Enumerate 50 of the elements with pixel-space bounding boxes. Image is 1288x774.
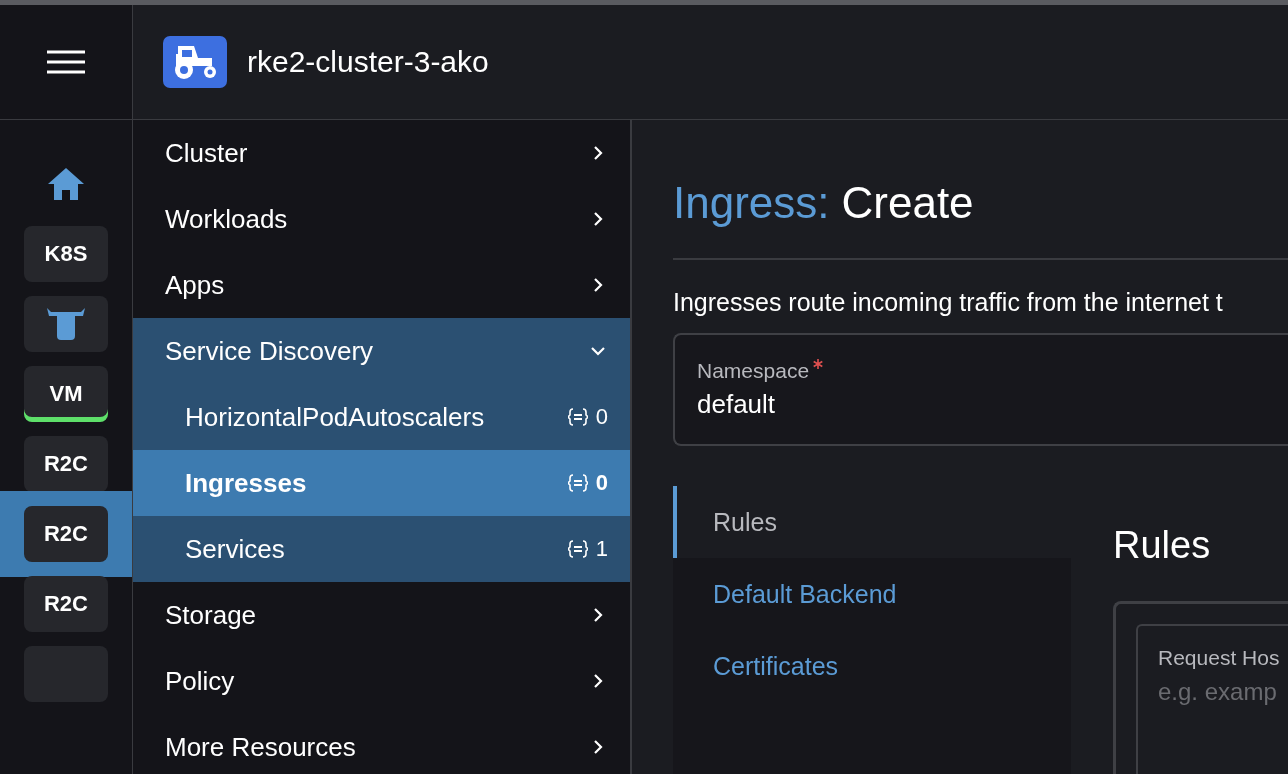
field-placeholder: e.g. examp <box>1158 678 1278 706</box>
nav-group-item[interactable]: Cluster <box>133 120 630 186</box>
tractor-logo-icon <box>163 36 227 88</box>
nav-group-item[interactable]: Apps <box>133 252 630 318</box>
cluster-badge-button[interactable]: R2C <box>24 436 108 492</box>
nav-group-item[interactable]: Policy <box>133 648 630 714</box>
home-icon <box>46 166 86 202</box>
cluster-badge-button[interactable]: K8S <box>24 226 108 282</box>
side-tab[interactable]: Certificates <box>673 630 1071 702</box>
request-host-field[interactable]: Request Hos e.g. examp <box>1136 624 1288 774</box>
cluster-badge-button[interactable]: R2C <box>24 576 108 632</box>
page-title: Create <box>841 178 974 228</box>
nav-group-label: Apps <box>165 269 225 301</box>
resource-icon <box>567 407 588 427</box>
nav-group-label: More Resources <box>165 731 356 763</box>
field-value: default <box>697 389 777 420</box>
cluster-badge-button[interactable]: R2C <box>24 506 108 562</box>
nav-group-item[interactable]: More Resources <box>133 714 630 774</box>
menu-icon[interactable] <box>47 50 85 74</box>
nav-group-item[interactable]: Storage <box>133 582 630 648</box>
nav-item[interactable]: Services 1 <box>133 516 630 582</box>
nav-group-label: Cluster <box>165 137 248 169</box>
nav-group-label: Policy <box>165 665 235 697</box>
resource-icon <box>567 539 588 559</box>
nav-group-item[interactable]: Service Discovery <box>133 318 630 384</box>
cluster-badge-button[interactable]: VM <box>24 366 108 422</box>
namespace-field[interactable]: Namespace default <box>673 333 1288 446</box>
nav-item-label: HorizontalPodAutoscalers <box>185 401 485 433</box>
description-text: Ingresses route incoming traffic from the internet t <box>673 288 1224 317</box>
resource-count: 1 <box>595 536 608 562</box>
nav-group-label: Service Discovery <box>165 335 374 367</box>
resource-type-link[interactable]: Ingress: <box>673 178 830 228</box>
nav-group-label: Workloads <box>165 203 288 235</box>
cluster-name: rke2-cluster-3-ako <box>247 45 489 79</box>
field-label: Request Hos <box>1158 646 1281 670</box>
resource-count: 0 <box>595 404 608 430</box>
resource-count: 0 <box>595 470 608 496</box>
nav-item[interactable]: HorizontalPodAutoscalers 0 <box>133 384 630 450</box>
side-tab[interactable]: Default Backend <box>673 558 1071 630</box>
nav-item[interactable]: Ingresses 0 <box>133 450 630 516</box>
field-label: Namespace <box>697 359 810 383</box>
nav-item-label: Services <box>185 533 285 565</box>
section-title: Rules <box>1113 524 1212 567</box>
bull-icon <box>45 306 87 342</box>
nav-group-label: Storage <box>165 599 257 631</box>
side-tab[interactable]: Rules <box>673 486 1071 558</box>
resource-icon <box>567 473 588 493</box>
nav-item-label: Ingresses <box>185 467 307 499</box>
nav-group-item[interactable]: Workloads <box>133 186 630 252</box>
bull-app-button[interactable] <box>24 296 108 352</box>
